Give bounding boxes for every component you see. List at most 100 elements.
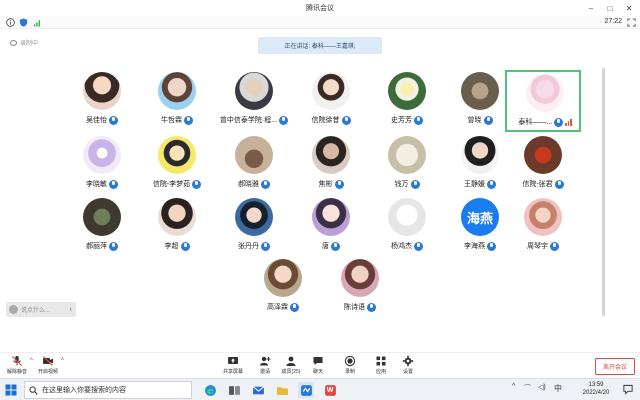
edge-browser-icon[interactable] [202,382,218,398]
wps-office-icon[interactable]: W [322,382,338,398]
participant-tile[interactable]: 张丹丹 [216,196,292,258]
minimize-icon[interactable]: – [582,0,600,16]
participant-name-row: 张丹丹 [216,240,292,252]
avatar-initials: 海燕 [466,210,493,226]
participant-tile[interactable]: 吴佳怡 [64,70,140,132]
chat-label: 聊天 [312,369,323,375]
participant-tile[interactable]: 史芳芳 [369,70,445,132]
participant-name-row: 信院徐昔 [293,114,369,126]
collapse-chevron-icon[interactable]: ‹ [70,306,76,313]
participant-name-row: 焦彬 [293,178,369,190]
quick-chat-box[interactable]: 说点什么... ‹ [6,302,76,317]
settings-button[interactable]: 设置 [394,355,422,377]
notification-center-icon[interactable] [622,384,634,395]
microphone-icon [180,241,190,251]
maximize-icon[interactable]: □ [601,0,619,16]
participant-avatar: 海燕 [461,198,499,236]
participant-tile[interactable]: 杨鸿杰 [369,196,445,258]
speaker-volume-icon[interactable]: ◁) [538,383,546,391]
participant-tile[interactable]: 牛哲霖 [139,70,215,132]
participant-tile[interactable]: 信院-张君 [505,134,581,196]
participant-tile[interactable]: 唐 [293,196,369,258]
close-icon[interactable]: ✕ [620,0,638,16]
participant-tile[interactable]: 曾中信泰学院·程... [216,70,292,132]
participant-avatar [524,136,562,174]
microphone-icon [414,241,423,251]
voice-level-icon [565,118,572,126]
share-screen-label: 共享屏幕 [222,369,243,375]
participant-avatar [526,74,564,112]
fullscreen-icon[interactable] [627,18,636,27]
settings-label: 设置 [402,369,413,375]
participant-tile[interactable]: 郝晓雅 [216,134,292,196]
meeting-window: 腾讯会议 – □ ✕ 27:22 录制中 正在讲话: 泰科——王嘉琪; 吴佳怡 牛… [0,0,640,400]
participant-tile[interactable]: 焦彬 [293,134,369,196]
network-signal-icon[interactable] [33,18,42,27]
network-wifi-icon[interactable]: ⌒ [524,383,531,393]
participant-avatar [83,136,121,174]
participant-tile[interactable]: 信院-李梦茹 [139,134,215,196]
chat-button[interactable]: 聊天 [304,355,332,377]
unmute-label: 解除静音 [6,369,27,375]
participant-tile[interactable]: 泰科——... [505,70,581,132]
windows-start-icon[interactable] [5,384,17,396]
apps-button[interactable]: 应用 [367,355,395,377]
participant-scrollbar[interactable] [602,68,605,316]
start-video-button[interactable]: 开启视频 [34,355,62,377]
record-button[interactable]: 录制 [336,355,364,377]
security-shield-icon[interactable] [19,18,28,27]
os-taskbar: 在这里输入你要搜索的内容 W ^ ⌒ ◁) 中 13:59 2022/4/20 [0,378,640,400]
participant-avatar [235,136,273,174]
tray-expand-chevron-icon[interactable]: ^ [512,383,515,390]
microphone-icon [341,115,351,125]
microphone-icon [290,302,299,312]
microphone-icon [184,115,193,125]
participant-avatar [312,72,350,110]
recording-icon [10,39,17,46]
participant-tile[interactable]: 周琴宇 [505,196,581,258]
leave-meeting-button[interactable]: 离开会议 [595,358,635,375]
file-explorer-icon[interactable] [274,382,290,398]
participant-name: 泰科——... [518,119,553,126]
participant-name-row: 高泽霖 [245,301,321,313]
microphone-icon [109,115,118,125]
info-icon[interactable] [6,18,15,27]
participant-name-row: 周琴宇 [505,240,581,252]
members-label: 成员(25) [281,369,301,375]
participant-tile[interactable]: 李晓敏 [64,134,140,196]
unmute-button[interactable]: 解除静音 [3,355,31,377]
participant-name: 郝晓雅 [238,181,259,188]
input-method-indicator[interactable]: 中 [554,383,562,394]
video-options-chevron-icon[interactable]: ^ [61,358,64,364]
invite-button[interactable]: 邀请 [251,355,279,377]
members-icon [286,356,296,366]
system-clock[interactable]: 13:59 2022/4/20 [578,381,614,397]
mail-icon[interactable] [250,382,266,398]
participant-name-row: 李晓敏 [64,178,140,190]
participant-name: 钱万 [394,181,409,188]
participant-name: 李海燕 [464,243,485,250]
window-title: 腾讯会议 [306,5,334,12]
participant-tile[interactable]: 高泽霖 [245,257,321,319]
clock-time: 13:59 [588,382,604,388]
participant-avatar [312,198,350,236]
participant-name: 焦彬 [318,181,333,188]
task-view-icon[interactable] [226,382,242,398]
taskbar-search-input[interactable]: 在这里输入你要搜索的内容 [24,381,192,399]
participant-tile[interactable]: 郝丽萍 [64,196,140,258]
participant-tile[interactable]: 钱万 [369,134,445,196]
members-button[interactable]: 成员(25) [277,355,305,377]
participant-name: 陈诗语 [344,304,365,311]
microphone-icon [410,179,420,189]
audio-options-chevron-icon[interactable]: ^ [30,358,33,364]
participant-name-row: 郝晓雅 [216,178,292,190]
speaking-banner: 正在讲话: 泰科——王嘉琪; [258,37,382,54]
tencent-meeting-taskbar-icon[interactable] [298,382,314,398]
participant-tile[interactable]: 李超 [139,196,215,258]
microphone-icon [261,241,270,251]
participant-avatar [264,259,302,297]
share-screen-button[interactable]: 共享屏幕 [219,355,247,377]
participant-tile[interactable]: 陈诗语 [322,257,398,319]
participant-name: 曾晓 [467,117,482,124]
participant-tile[interactable]: 信院徐昔 [293,70,369,132]
